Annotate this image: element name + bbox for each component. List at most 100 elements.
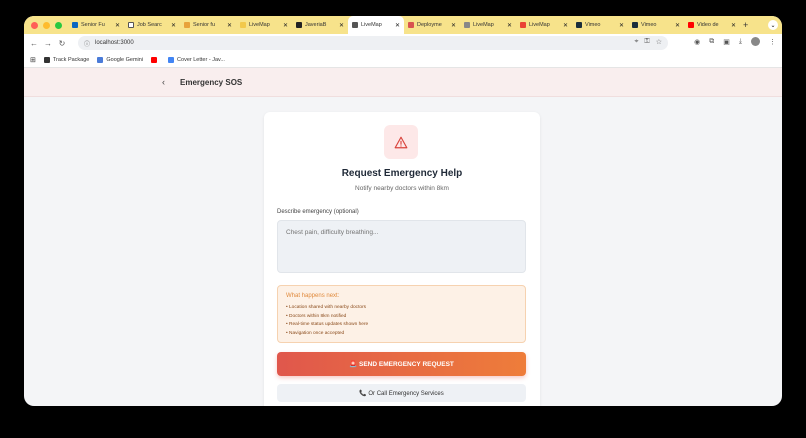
tab-label: Video de bbox=[697, 22, 719, 28]
close-tab-icon[interactable]: ✕ bbox=[675, 22, 680, 29]
info-title: What happens next: bbox=[286, 293, 340, 299]
vimeo-icon bbox=[632, 22, 638, 28]
bookmark-icon bbox=[151, 57, 158, 63]
browser-tab[interactable]: Vimeo ✕ bbox=[628, 16, 684, 34]
tab-strip: Senior Fu ✕ Job Searc ✕ Senior fu ✕ LiveMap ✕ Ja… bbox=[24, 16, 782, 34]
vimeo-icon bbox=[576, 22, 582, 28]
bookmark-list: Track Package Google Gemini Cover Letter -… bbox=[43, 57, 225, 63]
close-tab-icon[interactable]: ✕ bbox=[395, 22, 400, 29]
info-item: • Real-time status updates shown here bbox=[286, 322, 369, 327]
tab-label: LiveMap bbox=[249, 22, 270, 28]
extensions-icon[interactable]: ⧉ bbox=[709, 38, 714, 46]
browser-tab[interactable]: LiveMap ✕ bbox=[460, 16, 516, 34]
location-icon[interactable]: ⌖ bbox=[634, 38, 638, 46]
close-tab-icon[interactable]: ✕ bbox=[283, 22, 288, 29]
what-happens-next-box: What happens next: • Location shared wit… bbox=[277, 285, 526, 343]
close-tab-icon[interactable]: ✕ bbox=[619, 22, 624, 29]
tab-label: Vimeo bbox=[585, 22, 601, 28]
sos-card: Request Emergency Help Notify nearby doc… bbox=[264, 112, 540, 406]
browser-tab[interactable]: Video de ✕ bbox=[684, 16, 740, 34]
window-controls bbox=[31, 21, 62, 29]
browser-tab[interactable]: LiveMap ✕ bbox=[348, 16, 404, 34]
tab-label: Deployme bbox=[417, 22, 442, 28]
download-icon[interactable]: ⤓ bbox=[739, 38, 742, 46]
site-icon bbox=[184, 22, 190, 28]
browser-tab[interactable]: Job Searc ✕ bbox=[124, 16, 180, 34]
browser-window: Senior Fu ✕ Job Searc ✕ Senior fu ✕ LiveMap ✕ Ja… bbox=[24, 16, 782, 406]
browser-tab[interactable]: Deployme ✕ bbox=[404, 16, 460, 34]
warning-icon-box bbox=[384, 125, 418, 159]
tab-label: JaveriaB bbox=[305, 22, 327, 28]
call-emergency-services-button[interactable]: 📞 Or Call Emergency Services bbox=[277, 384, 526, 402]
url-text: localhost:3000 bbox=[95, 40, 134, 46]
close-window-button[interactable] bbox=[31, 21, 38, 29]
browser-tab[interactable]: LiveMap ✕ bbox=[516, 16, 572, 34]
close-tab-icon[interactable]: ✕ bbox=[507, 22, 512, 29]
close-tab-icon[interactable]: ✕ bbox=[115, 22, 120, 29]
site-info-icon[interactable]: ⓘ bbox=[84, 39, 90, 48]
site-icon bbox=[240, 22, 246, 28]
close-tab-icon[interactable]: ✕ bbox=[563, 22, 568, 29]
emergency-description-input[interactable] bbox=[277, 220, 526, 273]
new-tab-button[interactable]: + bbox=[743, 20, 748, 30]
camera-icon[interactable]: ◉ bbox=[694, 38, 700, 46]
tab-list: Senior Fu ✕ Job Searc ✕ Senior fu ✕ LiveMap ✕ Ja… bbox=[68, 16, 740, 34]
info-item: • Doctors within 8km notified bbox=[286, 313, 347, 319]
password-key-icon[interactable]: ⚿ bbox=[644, 38, 649, 46]
tab-search-button[interactable]: ⌄ bbox=[768, 20, 778, 30]
bookmark-icon bbox=[97, 57, 104, 63]
bookmark-label: Track Package bbox=[52, 57, 90, 63]
site-icon bbox=[408, 22, 414, 28]
bookmark-icon bbox=[43, 57, 50, 63]
maximize-window-button[interactable] bbox=[55, 21, 62, 29]
send-emergency-request-button[interactable]: 🚨 SEND EMERGENCY REQUEST bbox=[277, 352, 526, 376]
page-title: Request Emergency Help bbox=[341, 168, 463, 179]
minimize-window-button[interactable] bbox=[43, 21, 50, 29]
bookmark-item[interactable]: Track Package bbox=[43, 57, 90, 63]
tab-label: LiveMap bbox=[473, 22, 494, 28]
tab-label: LiveMap bbox=[361, 22, 382, 28]
reload-icon[interactable]: ↻ bbox=[55, 39, 69, 48]
globe-icon bbox=[352, 22, 358, 28]
apps-grid-icon[interactable]: ⊞ bbox=[30, 56, 36, 64]
header-title: Emergency SOS bbox=[180, 78, 243, 87]
app-header: ‹ Emergency SOS bbox=[24, 68, 782, 97]
close-tab-icon[interactable]: ✕ bbox=[451, 22, 456, 29]
github-icon bbox=[296, 22, 302, 28]
tab-label: Senior fu bbox=[193, 22, 216, 28]
close-tab-icon[interactable]: ✕ bbox=[171, 22, 176, 29]
browser-toolbar: ← → ↻ ⓘ localhost:3000 ⌖ ⚿ ☆ ◉ ⧉ ▣ ⤓ ⋮ bbox=[24, 34, 782, 53]
bookmark-item[interactable]: Google Gemini bbox=[97, 57, 143, 63]
back-arrow-icon[interactable]: ← bbox=[27, 39, 41, 48]
bookmark-star-icon[interactable]: ☆ bbox=[656, 38, 662, 46]
close-tab-icon[interactable]: ✕ bbox=[339, 22, 344, 29]
info-icon bbox=[128, 22, 134, 28]
tab-label: Vimeo bbox=[641, 22, 657, 28]
back-chevron-icon[interactable]: ‹ bbox=[162, 77, 165, 87]
bookmark-item[interactable] bbox=[151, 57, 160, 63]
description-label: Describe emergency (optional) bbox=[277, 209, 359, 215]
bookmark-label: Cover Letter - Jav... bbox=[177, 57, 225, 63]
browser-tab[interactable]: Vimeo ✕ bbox=[572, 16, 628, 34]
linkedin-icon bbox=[72, 22, 78, 28]
forward-arrow-icon[interactable]: → bbox=[41, 39, 55, 48]
bookmark-item[interactable]: Cover Letter - Jav... bbox=[168, 57, 225, 63]
bookmark-icon bbox=[168, 57, 175, 63]
page-subtitle: Notify nearby doctors within 8km bbox=[355, 185, 449, 192]
browser-tab[interactable]: Senior fu ✕ bbox=[180, 16, 236, 34]
browser-tab[interactable]: Senior Fu ✕ bbox=[68, 16, 124, 34]
address-bar[interactable]: ⓘ localhost:3000 ⌖ ⚿ ☆ bbox=[78, 36, 668, 50]
globe-icon bbox=[464, 22, 470, 28]
info-item: • Navigation once accepted bbox=[286, 330, 345, 336]
menu-kebab-icon[interactable]: ⋮ bbox=[769, 38, 776, 46]
gmail-icon bbox=[520, 22, 526, 28]
tab-label: Senior Fu bbox=[81, 22, 105, 28]
browser-tab[interactable]: LiveMap ✕ bbox=[236, 16, 292, 34]
bookmarks-bar: ⊞ Track Package Google Gemini Cover Letter… bbox=[24, 53, 782, 68]
tab-label: LiveMap bbox=[529, 22, 550, 28]
browser-tab[interactable]: JaveriaB ✕ bbox=[292, 16, 348, 34]
close-tab-icon[interactable]: ✕ bbox=[227, 22, 232, 29]
close-tab-icon[interactable]: ✕ bbox=[731, 22, 736, 29]
profile-avatar[interactable] bbox=[751, 37, 760, 46]
screenshot-icon[interactable]: ▣ bbox=[723, 38, 730, 46]
